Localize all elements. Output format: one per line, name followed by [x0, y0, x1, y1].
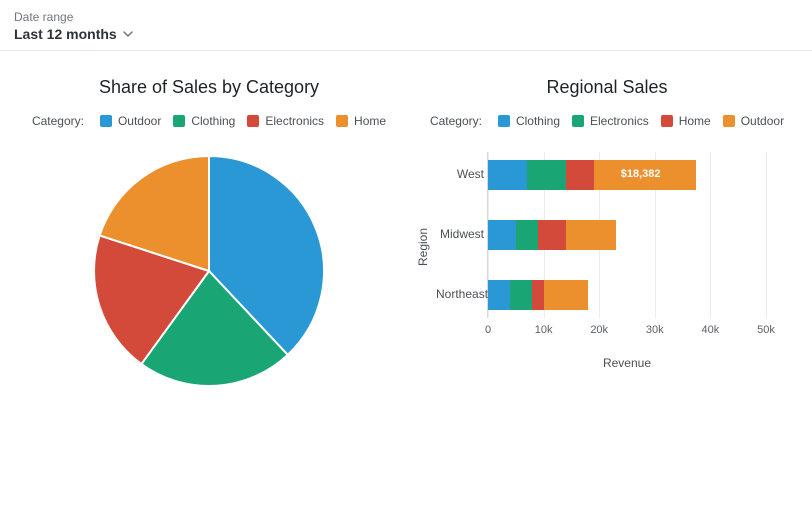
legend-text: Outdoor [741, 114, 784, 128]
bar-segment[interactable] [566, 160, 594, 190]
legend-item[interactable]: Clothing [498, 114, 560, 128]
bar-segment[interactable] [566, 220, 616, 250]
x-tick: 20k [590, 324, 608, 336]
pie-legend: Category: Outdoor Clothing Electronics Home [16, 114, 402, 128]
date-range-label: Date range [14, 10, 798, 24]
bar-segment[interactable] [510, 280, 532, 310]
date-range-value: Last 12 months [14, 26, 117, 42]
bar-segment[interactable] [527, 160, 566, 190]
bar-segment[interactable] [544, 280, 588, 310]
legend-swatch [661, 115, 673, 127]
bars-legend: Category: Clothing Electronics Home Outdoor [418, 114, 796, 128]
bar-segment[interactable] [516, 220, 538, 250]
pie-panel: Share of Sales by Category Category: Out… [0, 77, 410, 406]
legend-text: Home [354, 114, 386, 128]
legend-swatch [247, 115, 259, 127]
bar-segment[interactable] [488, 220, 516, 250]
gridline [710, 152, 711, 318]
date-range-selector[interactable]: Last 12 months [14, 26, 798, 42]
pie-legend-label: Category: [32, 114, 84, 128]
legend-swatch [336, 115, 348, 127]
bar-segment[interactable] [488, 160, 527, 190]
bar-segment[interactable] [532, 280, 543, 310]
pie-svg [84, 146, 334, 396]
legend-text: Clothing [191, 114, 235, 128]
chevron-down-icon [123, 29, 133, 39]
pie-chart [16, 146, 402, 396]
x-tick: 50k [757, 324, 775, 336]
x-tick: 0 [485, 324, 491, 336]
legend-swatch [723, 115, 735, 127]
bars-region-label: Midwest [436, 227, 484, 241]
legend-item[interactable]: Electronics [572, 114, 649, 128]
x-tick: 40k [702, 324, 720, 336]
legend-item[interactable]: Home [661, 114, 711, 128]
legend-swatch [100, 115, 112, 127]
bars-region-label: Northeast [436, 287, 484, 301]
legend-text: Outdoor [118, 114, 161, 128]
legend-item[interactable]: Outdoor [723, 114, 784, 128]
bars-legend-label: Category: [430, 114, 482, 128]
legend-swatch [572, 115, 584, 127]
x-tick: 30k [646, 324, 664, 336]
bars-title: Regional Sales [418, 77, 796, 98]
pie-title: Share of Sales by Category [16, 77, 402, 98]
legend-text: Home [679, 114, 711, 128]
legend-item[interactable]: Clothing [173, 114, 235, 128]
x-tick: 10k [535, 324, 553, 336]
bars-region-label: West [436, 167, 484, 181]
dashboard-content: Share of Sales by Category Category: Out… [0, 51, 812, 406]
legend-item[interactable]: Outdoor [100, 114, 161, 128]
bars-panel: Regional Sales Category: Clothing Electro… [410, 77, 812, 406]
legend-text: Electronics [265, 114, 324, 128]
date-range-header: Date range Last 12 months [0, 0, 812, 51]
legend-swatch [498, 115, 510, 127]
bar-segment[interactable] [538, 220, 566, 250]
legend-item[interactable]: Electronics [247, 114, 324, 128]
bars-chart: Region $18,382 010k20k30k40k50k Revenue … [418, 146, 796, 406]
bar-data-label: $18,382 [621, 168, 661, 180]
legend-text: Electronics [590, 114, 649, 128]
bars-plot: $18,382 [488, 152, 766, 352]
gridline [766, 152, 767, 318]
legend-swatch [173, 115, 185, 127]
legend-item[interactable]: Home [336, 114, 386, 128]
legend-text: Clothing [516, 114, 560, 128]
bars-y-axis-label: Region [416, 228, 430, 266]
bars-x-axis-label: Revenue [488, 356, 766, 370]
bar-segment[interactable] [488, 280, 510, 310]
